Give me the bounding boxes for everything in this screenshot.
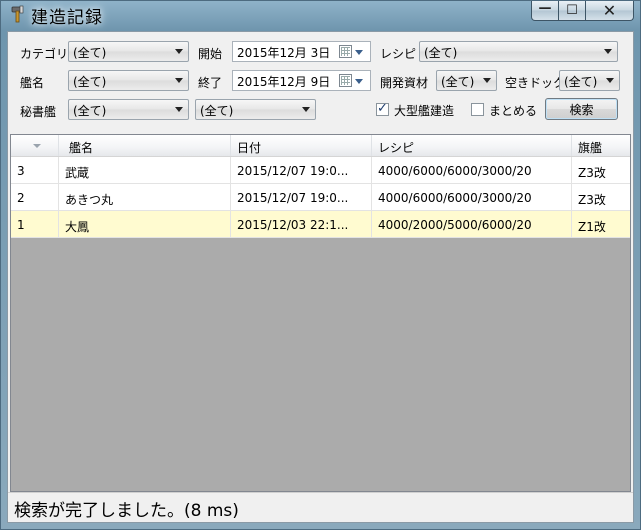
category-select[interactable]: (全て) [68, 41, 189, 62]
category-label: カテゴリ [20, 47, 69, 61]
chevron-down-icon [355, 79, 363, 84]
row-recipe: 4000/2000/5000/6000/20 [372, 211, 572, 237]
minimize-button[interactable]: — [531, 1, 559, 21]
app-window: 建造記録 — ☐ ✕ カテゴリ (全て) 開始 2015年12月 3日 レシピ … [0, 0, 641, 530]
row-date: 2015/12/07 19:0... [231, 157, 372, 183]
calendar-icon [339, 45, 352, 58]
maximize-icon: ☐ [566, 3, 578, 18]
large-construction-label: 大型艦建造 [394, 104, 455, 118]
column-header-ship-name[interactable]: 艦名 [59, 135, 231, 156]
start-date-picker[interactable]: 2015年12月 3日 [232, 41, 371, 62]
dev-material-select[interactable]: (全て) [436, 70, 497, 91]
chevron-down-icon [606, 78, 614, 83]
secretary-select[interactable]: (全て) [68, 99, 189, 120]
end-label: 終了 [198, 76, 223, 90]
status-text: 検索が完了しました。(8 ms) [14, 501, 239, 521]
row-recipe: 4000/6000/6000/3000/20 [372, 184, 572, 210]
start-date-value: 2015年12月 3日 [237, 46, 331, 60]
row-date: 2015/12/03 22:1... [231, 211, 372, 237]
secretary-label: 秘書艦 [20, 105, 57, 119]
window-title: 建造記録 [31, 8, 103, 28]
maximize-button[interactable]: ☐ [559, 1, 586, 21]
recipe-label: レシピ [380, 47, 417, 61]
category-value: (全て) [73, 46, 107, 60]
start-label: 開始 [198, 47, 223, 61]
table-row[interactable]: 2 あきつ丸 2015/12/07 19:0... 4000/6000/6000… [11, 184, 630, 211]
row-id: 3 [11, 157, 59, 183]
end-calendar-button[interactable] [339, 74, 367, 88]
row-recipe: 4000/6000/6000/3000/20 [372, 157, 572, 183]
results-grid[interactable]: 艦名 日付 レシピ 旗艦 3 武蔵 2015/12/07 19:0... 400… [10, 134, 631, 492]
client-area: カテゴリ (全て) 開始 2015年12月 3日 レシピ (全て) 艦名 (全て… [7, 31, 634, 523]
large-construction-checkbox[interactable] [376, 101, 389, 116]
empty-dock-value: (全て) [564, 75, 598, 89]
row-date: 2015/12/07 19:0... [231, 184, 372, 210]
ship-name-select[interactable]: (全て) [68, 70, 189, 91]
row-flagship: Z3改 [578, 193, 606, 207]
table-row-selected[interactable]: 1 大鳳 2015/12/03 22:1... 4000/2000/5000/6… [11, 211, 630, 238]
empty-dock-label: 空きドック [505, 76, 566, 90]
summarize-checkbox[interactable] [471, 103, 484, 116]
sort-indicator-icon [33, 144, 41, 148]
row-id: 2 [11, 184, 59, 210]
status-bar: 検索が完了しました。(8 ms) [8, 492, 633, 522]
row-id: 1 [11, 211, 59, 237]
column-header-id[interactable] [11, 135, 59, 156]
close-button[interactable]: ✕ [586, 1, 634, 21]
secretary-value: (全て) [73, 104, 107, 118]
ship-name-label: 艦名 [20, 76, 45, 90]
recipe-value: (全て) [424, 46, 458, 60]
empty-dock-select[interactable]: (全て) [559, 70, 620, 91]
row-ship-name: 武蔵 [59, 157, 231, 183]
secretary-sub-value: (全て) [200, 104, 234, 118]
row-ship-name: 大鳳 [59, 211, 231, 237]
calendar-icon [339, 74, 352, 87]
chevron-down-icon [175, 78, 183, 83]
grid-header: 艦名 日付 レシピ 旗艦 [11, 135, 630, 157]
column-header-date[interactable]: 日付 [231, 135, 372, 156]
column-header-flagship[interactable]: 旗艦 [572, 135, 630, 156]
row-flagship: Z1改 [578, 220, 606, 234]
recipe-select[interactable]: (全て) [419, 41, 618, 62]
chevron-down-icon [175, 107, 183, 112]
minimize-icon: — [538, 1, 552, 16]
row-flagship: Z3改 [578, 166, 606, 180]
chevron-down-icon [483, 78, 491, 83]
column-header-recipe[interactable]: レシピ [372, 135, 572, 156]
end-date-value: 2015年12月 9日 [237, 75, 331, 89]
dev-material-value: (全て) [441, 75, 475, 89]
chevron-down-icon [604, 49, 612, 54]
chevron-down-icon [355, 50, 363, 55]
search-button[interactable]: 検索 [545, 98, 618, 120]
row-ship-name: あきつ丸 [59, 184, 231, 210]
title-bar[interactable]: 建造記録 — ☐ ✕ [1, 1, 640, 28]
summarize-label: まとめる [489, 104, 538, 118]
start-calendar-button[interactable] [339, 45, 367, 59]
dev-material-label: 開発資材 [380, 76, 429, 90]
ship-name-value: (全て) [73, 75, 107, 89]
secretary-sub-select[interactable]: (全て) [195, 99, 316, 120]
chevron-down-icon [302, 107, 310, 112]
chevron-down-icon [175, 49, 183, 54]
search-button-label: 検索 [569, 102, 594, 117]
end-date-picker[interactable]: 2015年12月 9日 [232, 70, 371, 91]
table-row[interactable]: 3 武蔵 2015/12/07 19:0... 4000/6000/6000/3… [11, 157, 630, 184]
window-controls: — ☐ ✕ [531, 1, 634, 21]
close-icon: ✕ [602, 1, 617, 20]
hammer-icon [11, 5, 24, 23]
